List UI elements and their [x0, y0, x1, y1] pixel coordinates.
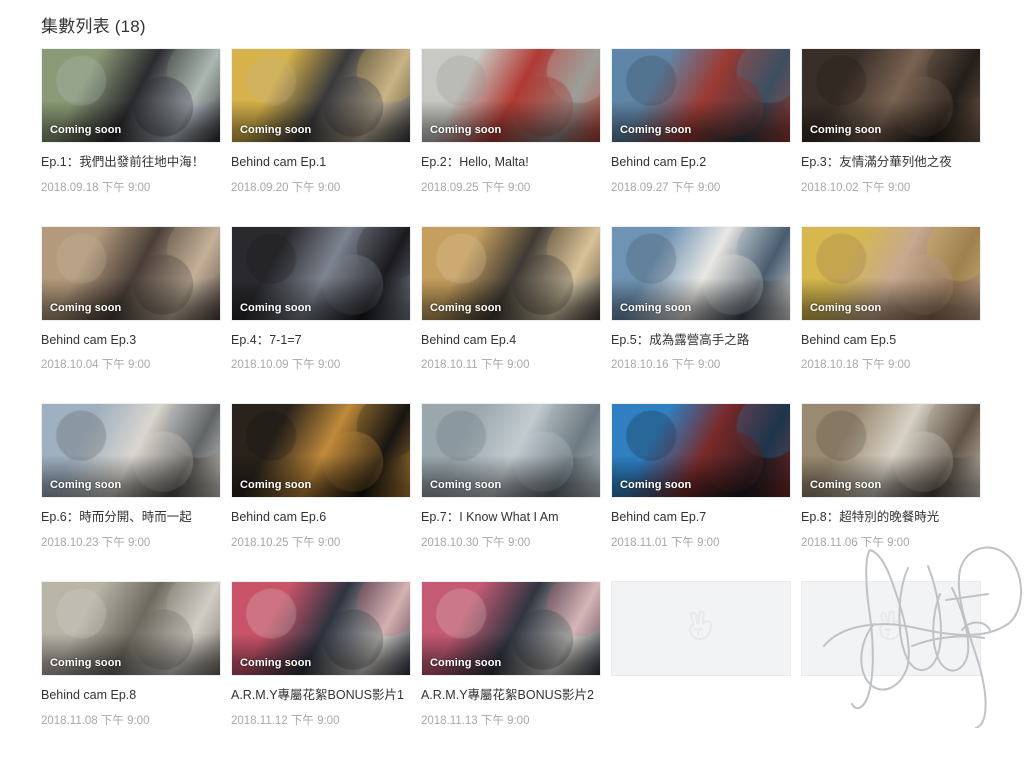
- episode-thumbnail[interactable]: Coming soon: [801, 403, 981, 499]
- coming-soon-badge: Coming soon: [240, 479, 312, 492]
- episode-thumbnail[interactable]: Coming soon: [41, 48, 221, 143]
- episode-card[interactable]: Coming soon Behind cam Ep.2 2018.09.27 下午 …: [611, 48, 791, 195]
- episode-card[interactable]: Coming soon A.R.M.Y專屬花絮BONUS影片1 2018.11.12…: [231, 580, 411, 728]
- episode-thumbnail[interactable]: Coming soon: [421, 580, 601, 676]
- placeholder-thumbnail: [801, 580, 981, 676]
- episode-title[interactable]: Behind cam Ep.8: [41, 688, 221, 704]
- episode-date: 2018.09.27 下午 9:00: [611, 181, 721, 194]
- episode-date: 2018.11.08 下午 9:00: [41, 714, 150, 727]
- episode-thumbnail[interactable]: Coming soon: [231, 580, 411, 676]
- episode-card[interactable]: Coming soon Ep.3：友情滿分華列他之夜 2018.10.02 下午 9…: [801, 48, 981, 195]
- episode-card[interactable]: Coming soon Behind cam Ep.4 2018.10.11 下午 …: [421, 225, 601, 373]
- episode-title[interactable]: Ep.6：時而分開、時而一起: [41, 510, 221, 526]
- placeholder-thumbnail: [611, 580, 791, 676]
- episode-thumbnail[interactable]: Coming soon: [611, 48, 791, 143]
- episode-date: 2018.09.25 下午 9:00: [421, 181, 531, 194]
- episode-date: 2018.09.18 下午 9:00: [41, 181, 151, 194]
- coming-soon-badge: Coming soon: [50, 301, 122, 314]
- episode-thumbnail[interactable]: Coming soon: [41, 403, 221, 499]
- episode-title[interactable]: Behind cam Ep.7: [611, 510, 791, 526]
- episode-card[interactable]: Coming soon Ep.1：我們出發前往地中海！ 2018.09.18 下午 …: [41, 48, 221, 195]
- vlive-peace-hand-icon: [876, 610, 906, 647]
- episode-thumbnail[interactable]: Coming soon: [231, 225, 411, 321]
- coming-soon-badge: Coming soon: [430, 124, 502, 136]
- episode-thumbnail[interactable]: Coming soon: [611, 225, 791, 321]
- episode-list-page: 集數列表 (18) Coming soon Ep.1：我們出發前往地中海！ 2018…: [0, 0, 1024, 728]
- episode-title[interactable]: Ep.4：7-1=7: [231, 333, 411, 349]
- episode-card[interactable]: Coming soon Behind cam Ep.8 2018.11.08 下午 …: [41, 580, 221, 728]
- coming-soon-badge: Coming soon: [50, 656, 122, 669]
- coming-soon-badge: Coming soon: [810, 301, 882, 314]
- episode-date: 2018.11.06 下午 9:00: [801, 536, 910, 549]
- episode-card[interactable]: Coming soon A.R.M.Y專屬花絮BONUS影片2 2018.11.13…: [421, 580, 601, 728]
- episode-card[interactable]: Coming soon Behind cam Ep.7 2018.11.01 下午 …: [611, 403, 791, 550]
- coming-soon-badge: Coming soon: [430, 656, 502, 669]
- episode-thumbnail[interactable]: Coming soon: [801, 48, 981, 143]
- coming-soon-badge: Coming soon: [240, 124, 312, 136]
- episode-title[interactable]: A.R.M.Y專屬花絮BONUS影片1: [231, 688, 411, 704]
- episode-title[interactable]: Ep.3：友情滿分華列他之夜: [801, 155, 981, 171]
- episode-title[interactable]: Ep.7：I Know What I Am: [421, 510, 601, 526]
- episode-card[interactable]: Coming soon Behind cam Ep.5 2018.10.18 下午 …: [801, 225, 981, 373]
- episode-date: 2018.10.30 下午 9:00: [421, 536, 531, 549]
- episode-title[interactable]: Behind cam Ep.3: [41, 333, 221, 349]
- episode-date: 2018.10.02 下午 9:00: [801, 181, 911, 194]
- coming-soon-badge: Coming soon: [240, 301, 312, 314]
- episode-title[interactable]: Ep.1：我們出發前往地中海！: [41, 155, 221, 171]
- empty-placeholder-card: [611, 580, 791, 728]
- episode-card[interactable]: Coming soon Behind cam Ep.6 2018.10.25 下午 …: [231, 403, 411, 550]
- coming-soon-badge: Coming soon: [430, 479, 502, 492]
- page-title: 集數列表 (18): [41, 17, 146, 36]
- episode-thumbnail[interactable]: Coming soon: [611, 403, 791, 499]
- episode-date: 2018.10.09 下午 9:00: [231, 359, 341, 372]
- coming-soon-badge: Coming soon: [430, 301, 502, 314]
- coming-soon-badge: Coming soon: [620, 301, 692, 314]
- coming-soon-badge: Coming soon: [240, 656, 312, 669]
- episode-title[interactable]: Ep.2：Hello, Malta!: [421, 155, 601, 171]
- episode-thumbnail[interactable]: Coming soon: [231, 48, 411, 143]
- episode-title[interactable]: A.R.M.Y專屬花絮BONUS影片2: [421, 688, 601, 704]
- episode-date: 2018.10.23 下午 9:00: [41, 536, 151, 549]
- vlive-peace-hand-icon: [686, 610, 716, 647]
- episode-thumbnail[interactable]: Coming soon: [231, 403, 411, 499]
- coming-soon-badge: Coming soon: [620, 479, 692, 492]
- episode-title[interactable]: Behind cam Ep.6: [231, 510, 411, 526]
- episode-card[interactable]: Coming soon Ep.6：時而分開、時而一起 2018.10.23 下午 9…: [41, 403, 221, 550]
- episode-thumbnail[interactable]: Coming soon: [421, 403, 601, 499]
- coming-soon-badge: Coming soon: [50, 124, 122, 136]
- coming-soon-badge: Coming soon: [50, 479, 122, 492]
- episode-card[interactable]: Coming soon Behind cam Ep.3 2018.10.04 下午 …: [41, 225, 221, 373]
- episode-date: 2018.10.18 下午 9:00: [801, 359, 911, 372]
- episode-thumbnail[interactable]: Coming soon: [41, 580, 221, 676]
- episode-title[interactable]: Ep.8：超特別的晚餐時光: [801, 510, 981, 526]
- episode-title[interactable]: Ep.5：成為露營高手之路: [611, 333, 791, 349]
- episode-thumbnail[interactable]: Coming soon: [421, 48, 601, 143]
- episode-grid: Coming soon Ep.1：我們出發前往地中海！ 2018.09.18 下午 …: [41, 48, 991, 759]
- episode-date: 2018.11.13 下午 9:00: [421, 714, 530, 727]
- episode-date: 2018.10.16 下午 9:00: [611, 359, 721, 372]
- episode-date: 2018.11.12 下午 9:00: [231, 714, 340, 727]
- episode-card[interactable]: Coming soon Ep.8：超特別的晚餐時光 2018.11.06 下午 9:…: [801, 403, 981, 550]
- episode-card[interactable]: Coming soon Ep.4：7-1=7 2018.10.09 下午 9:00: [231, 225, 411, 373]
- episode-card[interactable]: Coming soon Ep.7：I Know What I Am 2018.10.…: [421, 403, 601, 550]
- episode-thumbnail[interactable]: Coming soon: [801, 225, 981, 321]
- coming-soon-badge: Coming soon: [810, 479, 882, 492]
- episode-card[interactable]: Coming soon Ep.2：Hello, Malta! 2018.09.25 …: [421, 48, 601, 195]
- episode-date: 2018.10.25 下午 9:00: [231, 536, 341, 549]
- episode-date: 2018.11.01 下午 9:00: [611, 536, 720, 549]
- episode-title[interactable]: Behind cam Ep.4: [421, 333, 601, 349]
- coming-soon-badge: Coming soon: [810, 124, 882, 136]
- episode-date: 2018.10.11 下午 9:00: [421, 359, 530, 372]
- episode-date: 2018.09.20 下午 9:00: [231, 181, 341, 194]
- episode-title[interactable]: Behind cam Ep.2: [611, 155, 791, 171]
- episode-card[interactable]: Coming soon Behind cam Ep.1 2018.09.20 下午 …: [231, 48, 411, 195]
- episode-thumbnail[interactable]: Coming soon: [421, 225, 601, 321]
- coming-soon-badge: Coming soon: [620, 124, 692, 136]
- episode-date: 2018.10.04 下午 9:00: [41, 359, 151, 372]
- episode-card[interactable]: Coming soon Ep.5：成為露營高手之路 2018.10.16 下午 9:…: [611, 225, 791, 373]
- episode-title[interactable]: Behind cam Ep.5: [801, 333, 981, 349]
- episode-thumbnail[interactable]: Coming soon: [41, 225, 221, 321]
- empty-placeholder-card: [801, 580, 981, 728]
- episode-title[interactable]: Behind cam Ep.1: [231, 155, 411, 171]
